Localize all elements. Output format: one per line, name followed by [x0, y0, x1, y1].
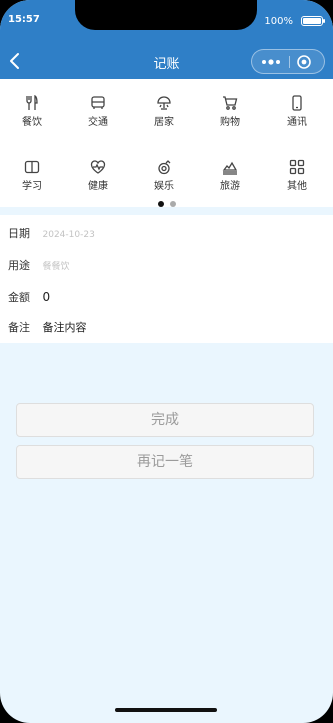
home-indicator — [115, 708, 217, 712]
travel-icon — [222, 161, 238, 175]
capsule-divider — [289, 56, 290, 68]
bus-icon — [91, 96, 105, 109]
category-label: 购物 — [220, 117, 240, 128]
category-other[interactable]: 其他 — [272, 159, 322, 192]
purpose-row[interactable]: 用途 餐餐饮 — [8, 257, 70, 273]
entry-form: 日期 2024-10-23 用途 餐餐饮 金额 0 备注 备注内容 — [0, 215, 333, 343]
amount-label: 金额 — [8, 291, 30, 304]
phone-icon — [292, 95, 302, 111]
purpose-value[interactable]: 餐餐饮 — [43, 259, 70, 272]
lamp-icon — [157, 96, 171, 110]
mini-program-capsule — [251, 49, 325, 74]
category-label: 健康 — [88, 181, 108, 192]
purpose-label: 用途 — [8, 259, 30, 272]
category-dining[interactable]: 餐饮 — [7, 95, 57, 128]
category-study[interactable]: 学习 — [7, 159, 57, 192]
date-row[interactable]: 日期 2024-10-23 — [8, 225, 95, 241]
nav-bar: 记账 — [0, 44, 333, 79]
book-icon — [24, 160, 40, 174]
category-telecom[interactable]: 通讯 — [272, 95, 322, 128]
close-target-icon[interactable] — [296, 54, 312, 70]
amount-input[interactable]: 0 — [43, 290, 51, 304]
category-label: 学习 — [22, 181, 42, 192]
done-button[interactable]: 完成 — [16, 403, 314, 437]
category-entertainment[interactable]: 娱乐 — [139, 159, 189, 192]
date-value[interactable]: 2024-10-23 — [43, 230, 95, 240]
grid-icon — [289, 159, 305, 175]
amount-row[interactable]: 金额 0 — [8, 289, 50, 305]
category-shopping[interactable]: 购物 — [205, 95, 255, 128]
category-label: 通讯 — [287, 117, 307, 128]
phone-screen: 15:57 100% 记账 餐饮 交通 居家 购物 通讯 学习 健康 娱乐 旅游… — [0, 0, 333, 723]
heart-pulse-icon — [90, 160, 106, 174]
page-dot[interactable] — [169, 201, 176, 207]
status-bar: 15:57 100% — [0, 0, 333, 44]
category-label: 交通 — [88, 117, 108, 128]
notch — [75, 0, 257, 30]
cart-icon — [223, 96, 238, 110]
more-dots-icon[interactable] — [260, 55, 288, 69]
category-label: 旅游 — [220, 181, 240, 192]
category-travel[interactable]: 旅游 — [205, 159, 255, 192]
page-dot-active[interactable] — [157, 201, 164, 207]
page-indicator — [0, 192, 333, 211]
category-health[interactable]: 健康 — [73, 159, 123, 192]
category-label: 餐饮 — [22, 117, 42, 128]
utensils-icon — [26, 95, 38, 110]
note-input[interactable]: 备注内容 — [43, 319, 87, 335]
game-icon — [158, 160, 171, 175]
note-label: 备注 — [8, 321, 30, 334]
category-label: 居家 — [154, 117, 174, 128]
category-home[interactable]: 居家 — [139, 95, 189, 128]
date-label: 日期 — [8, 227, 30, 240]
status-time: 15:57 — [8, 14, 40, 25]
category-transport[interactable]: 交通 — [73, 95, 123, 128]
note-row[interactable]: 备注 备注内容 — [8, 319, 87, 335]
add-another-button[interactable]: 再记一笔 — [16, 445, 314, 479]
category-label: 其他 — [287, 181, 307, 192]
battery-icon — [301, 16, 325, 26]
category-label: 娱乐 — [154, 181, 174, 192]
category-grid: 餐饮 交通 居家 购物 通讯 学习 健康 娱乐 旅游 其他 — [0, 79, 333, 207]
battery-percent: 100% — [264, 16, 293, 27]
